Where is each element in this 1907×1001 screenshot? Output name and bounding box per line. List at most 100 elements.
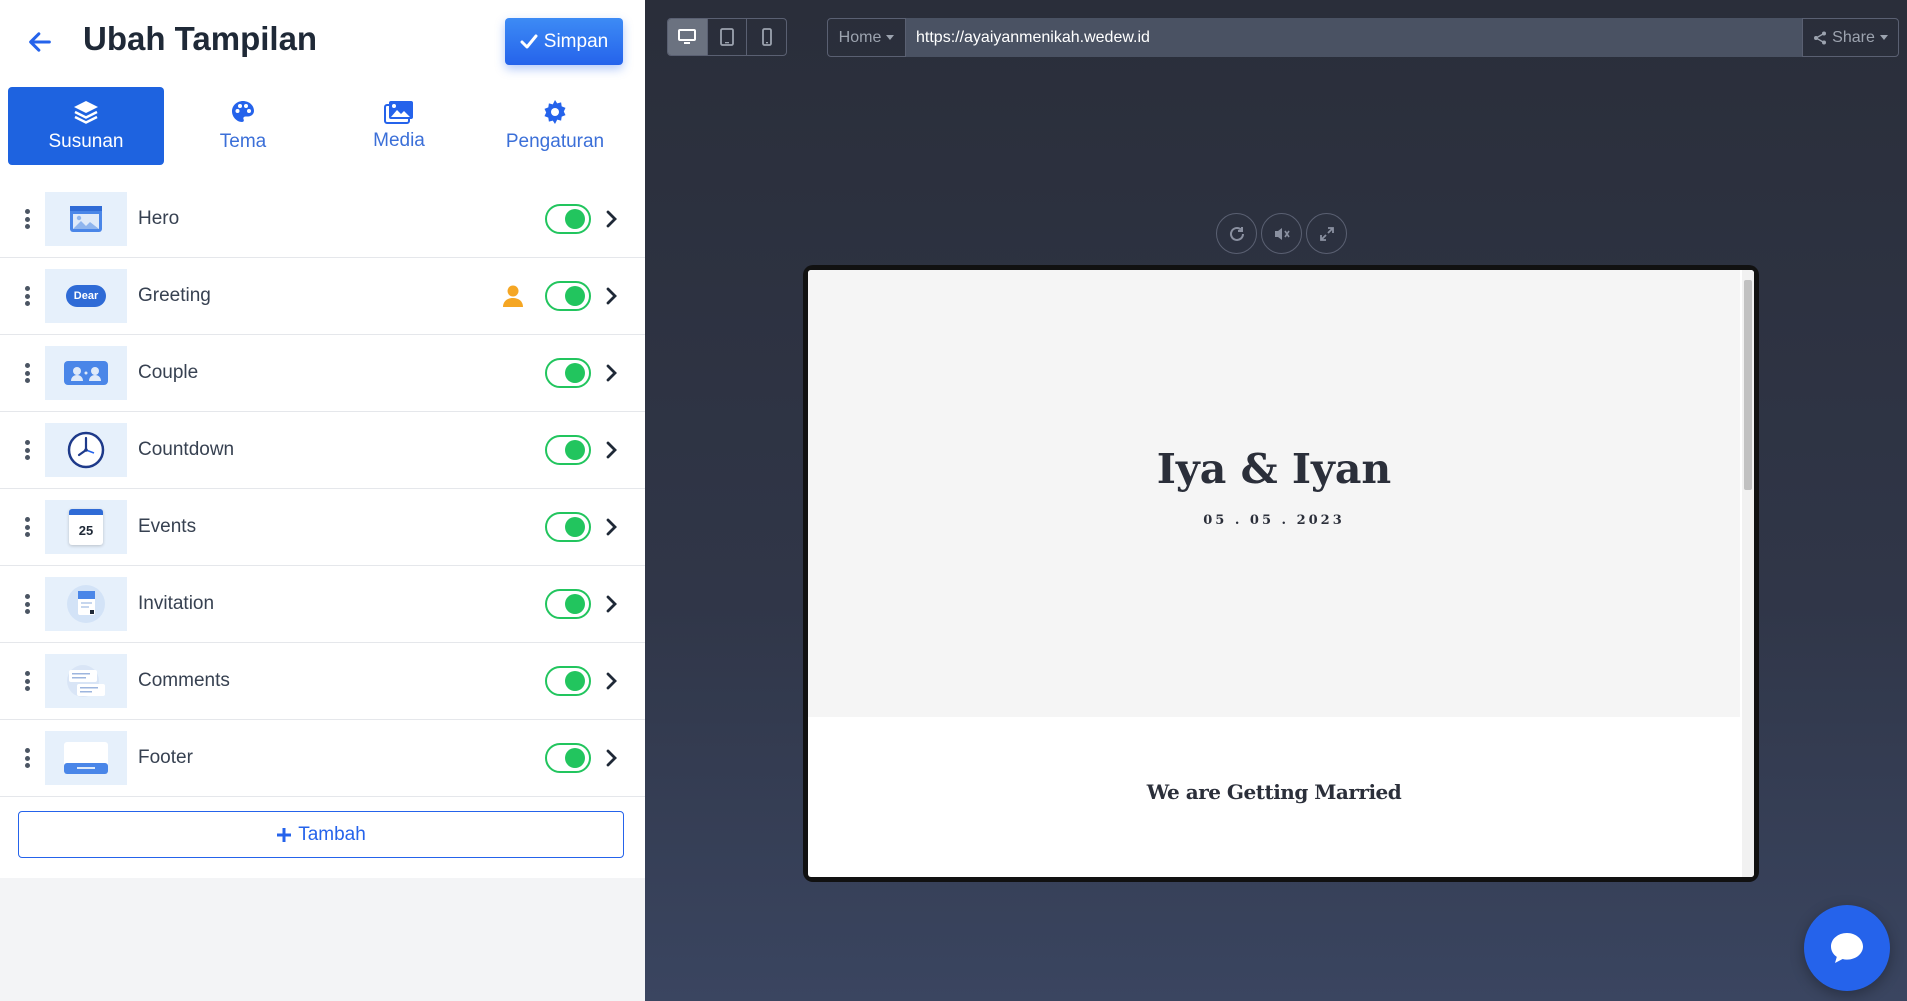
caret-down-icon <box>1879 35 1888 40</box>
mute-button[interactable] <box>1261 213 1302 254</box>
add-label: Tambah <box>298 823 366 845</box>
chevron-right-icon[interactable] <box>605 594 619 614</box>
tab-label: Susunan <box>48 131 124 152</box>
share-dropdown[interactable]: Share <box>1802 18 1899 57</box>
section-row-invitation[interactable]: Invitation <box>0 566 645 643</box>
back-arrow-icon[interactable] <box>26 28 54 56</box>
chat-bubble-icon <box>1831 933 1863 963</box>
clock-icon <box>67 431 105 469</box>
tab-label: Media <box>373 130 425 151</box>
section-row-countdown[interactable]: Countdown <box>0 412 645 489</box>
section-toggle[interactable] <box>545 589 591 619</box>
drag-handle-icon[interactable] <box>23 671 31 691</box>
tablet-icon <box>720 28 734 46</box>
page-select-dropdown[interactable]: Home <box>827 18 906 57</box>
invitation-preview[interactable]: Iya & Iyan 05 . 05 . 2023 We are Getting… <box>808 270 1754 877</box>
reload-icon <box>1229 226 1244 241</box>
drag-handle-icon[interactable] <box>23 594 31 614</box>
device-switcher <box>667 18 787 56</box>
panel-header: Ubah Tampilan Simpan <box>0 0 645 84</box>
section-label: Hero <box>138 208 180 229</box>
hero-section: Iya & Iyan 05 . 05 . 2023 <box>808 270 1740 717</box>
preview-area: Home https://ayaiyanmenikah.wedew.id Sha… <box>645 0 1907 1001</box>
section-list: Hero Dear Greeting Couple Countdown 25 E… <box>0 181 645 797</box>
chevron-right-icon[interactable] <box>605 671 619 691</box>
expand-icon <box>1319 226 1334 241</box>
tab-label: Tema <box>219 131 267 152</box>
hero-thumbnail <box>45 192 127 246</box>
section-label: Countdown <box>138 439 235 460</box>
section-toggle[interactable] <box>545 512 591 542</box>
tab-bar: Susunan Tema Media Pengaturan <box>0 84 645 180</box>
tablet-view-button[interactable] <box>708 19 748 55</box>
images-icon <box>384 101 413 124</box>
desktop-icon <box>678 29 697 44</box>
tab-pengaturan[interactable]: Pengaturan <box>477 87 633 165</box>
chevron-right-icon[interactable] <box>605 286 619 306</box>
comments-icon <box>67 665 105 697</box>
section-row-comments[interactable]: Comments <box>0 643 645 720</box>
section-row-couple[interactable]: Couple <box>0 335 645 412</box>
reload-button[interactable] <box>1216 213 1257 254</box>
fullscreen-button[interactable] <box>1306 213 1347 254</box>
drag-handle-icon[interactable] <box>23 209 31 229</box>
section-toggle[interactable] <box>545 204 591 234</box>
invitation-thumbnail <box>45 577 127 631</box>
plus-icon <box>277 827 292 842</box>
tab-label: Pengaturan <box>505 131 605 152</box>
drag-handle-icon[interactable] <box>23 440 31 460</box>
desktop-device-frame: Iya & Iyan 05 . 05 . 2023 We are Getting… <box>803 265 1759 882</box>
editor-panel-body: Ubah Tampilan Simpan Susunan Tema Media … <box>0 0 645 878</box>
editor-panel: Ubah Tampilan Simpan Susunan Tema Media … <box>0 0 645 1001</box>
chevron-right-icon[interactable] <box>605 517 619 537</box>
section-row-footer[interactable]: Footer <box>0 720 645 797</box>
address-bar: Home https://ayaiyanmenikah.wedew.id Sha… <box>827 18 1899 57</box>
section-label: Couple <box>138 362 199 383</box>
thumbnail-text: Dear <box>73 290 99 302</box>
section-toggle[interactable] <box>545 281 591 311</box>
couple-card-icon <box>64 361 108 385</box>
drag-handle-icon[interactable] <box>23 363 31 383</box>
mobile-view-button[interactable] <box>747 19 786 55</box>
calendar-icon: 25 <box>69 509 103 545</box>
tab-susunan[interactable]: Susunan <box>8 87 164 165</box>
chevron-right-icon[interactable] <box>605 440 619 460</box>
preview-scrollbar[interactable] <box>1742 270 1754 877</box>
add-section-button[interactable]: Tambah <box>18 811 624 858</box>
greeting-thumbnail: Dear <box>45 269 127 323</box>
countdown-thumbnail <box>45 423 127 477</box>
section-toggle[interactable] <box>545 743 591 773</box>
chevron-right-icon[interactable] <box>605 363 619 383</box>
section-toggle[interactable] <box>545 666 591 696</box>
tab-media[interactable]: Media <box>321 87 477 165</box>
mute-icon <box>1274 227 1290 240</box>
section-label: Comments <box>138 670 230 691</box>
section-row-greeting[interactable]: Dear Greeting <box>0 258 645 335</box>
scrollbar-thumb[interactable] <box>1744 280 1752 490</box>
preview-controls <box>1216 213 1347 254</box>
section-row-hero[interactable]: Hero <box>0 181 645 258</box>
url-field[interactable]: https://ayaiyanmenikah.wedew.id <box>906 18 1802 57</box>
mobile-icon <box>761 28 772 46</box>
landscape-image-icon <box>70 206 102 232</box>
section-label: Events <box>138 516 197 537</box>
chat-button[interactable] <box>1804 905 1890 991</box>
section-row-events[interactable]: 25 Events <box>0 489 645 566</box>
comments-thumbnail <box>45 654 127 708</box>
speech-bubble-icon: Dear <box>65 285 107 307</box>
tab-tema[interactable]: Tema <box>165 87 321 165</box>
save-button[interactable]: Simpan <box>505 18 623 65</box>
chevron-right-icon[interactable] <box>605 209 619 229</box>
couple-thumbnail <box>45 346 127 400</box>
drag-handle-icon[interactable] <box>23 748 31 768</box>
drag-handle-icon[interactable] <box>23 286 31 306</box>
section-toggle[interactable] <box>545 435 591 465</box>
chevron-right-icon[interactable] <box>605 748 619 768</box>
section-label: Footer <box>138 747 193 768</box>
drag-handle-icon[interactable] <box>23 517 31 537</box>
footer-layout-icon <box>64 742 108 774</box>
share-label: Share <box>1832 28 1875 46</box>
palette-icon <box>232 101 254 122</box>
section-toggle[interactable] <box>545 358 591 388</box>
desktop-view-button[interactable] <box>668 19 708 55</box>
